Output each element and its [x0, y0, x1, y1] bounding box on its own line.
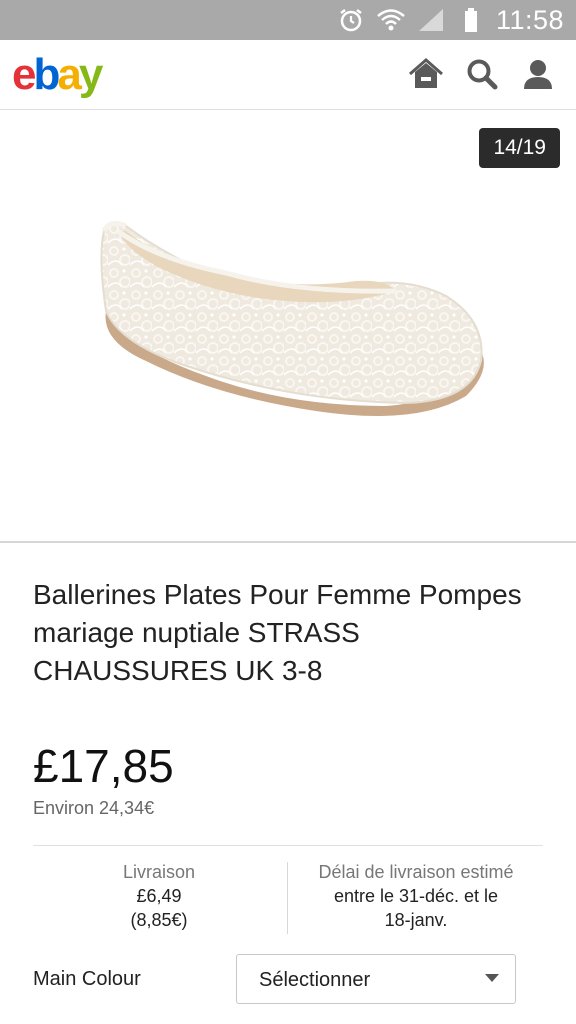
- wifi-icon: [376, 5, 406, 35]
- colour-select-value: Sélectionner: [259, 969, 371, 991]
- delivery-value-converted: (8,85€): [130, 910, 188, 930]
- colour-select[interactable]: Sélectionner: [236, 954, 516, 1004]
- ebay-logo[interactable]: ebay: [12, 48, 104, 102]
- colour-option-row: Main Colour Sélectionner: [33, 954, 517, 1004]
- product-image-gallery[interactable]: 14/19: [0, 111, 576, 543]
- shipping-separator: [287, 862, 288, 934]
- status-icons: 11:58: [336, 0, 564, 40]
- battery-icon: [456, 5, 486, 35]
- product-title: Ballerines Plates Pour Femme Pompes mari…: [33, 579, 522, 686]
- caret-down-icon: [485, 974, 499, 982]
- logo-letter-b: b: [33, 50, 60, 99]
- estimate-value-end: 18-janv.: [384, 910, 448, 930]
- delivery-cost: Livraison £6,49 (8,85€): [33, 860, 285, 932]
- logo-letter-y: y: [78, 50, 104, 99]
- header-actions: [408, 54, 556, 94]
- status-time: 11:58: [495, 4, 564, 35]
- app-header: ebay: [0, 40, 576, 110]
- home-button[interactable]: [408, 54, 444, 94]
- logo-letter-a: a: [57, 50, 82, 99]
- estimate-label: Délai de livraison estimé: [318, 862, 514, 882]
- shipping-info: Livraison £6,49 (8,85€) Délai de livrais…: [33, 860, 543, 936]
- divider: [33, 845, 543, 846]
- image-counter: 14/19: [479, 128, 560, 168]
- status-bar: 11:58: [0, 0, 576, 40]
- estimate-value: entre le 31-déc. et le: [333, 886, 499, 906]
- user-icon: [524, 60, 552, 89]
- price-approx: Environ 24,34€: [33, 798, 155, 818]
- product-image[interactable]: [86, 201, 496, 441]
- signal-icon: [416, 5, 446, 35]
- alarm-icon: [336, 5, 366, 35]
- search-icon: [467, 59, 498, 90]
- delivery-label: Livraison: [122, 862, 196, 882]
- logo-letter-e: e: [12, 50, 37, 99]
- home-icon: [409, 58, 443, 88]
- account-button[interactable]: [520, 54, 556, 94]
- product-price: £17,85: [33, 740, 174, 792]
- colour-label: Main Colour: [33, 968, 141, 990]
- delivery-estimate: Délai de livraison estimé entre le 31-dé…: [289, 860, 543, 932]
- search-button[interactable]: [464, 54, 500, 94]
- delivery-value: £6,49: [136, 886, 182, 906]
